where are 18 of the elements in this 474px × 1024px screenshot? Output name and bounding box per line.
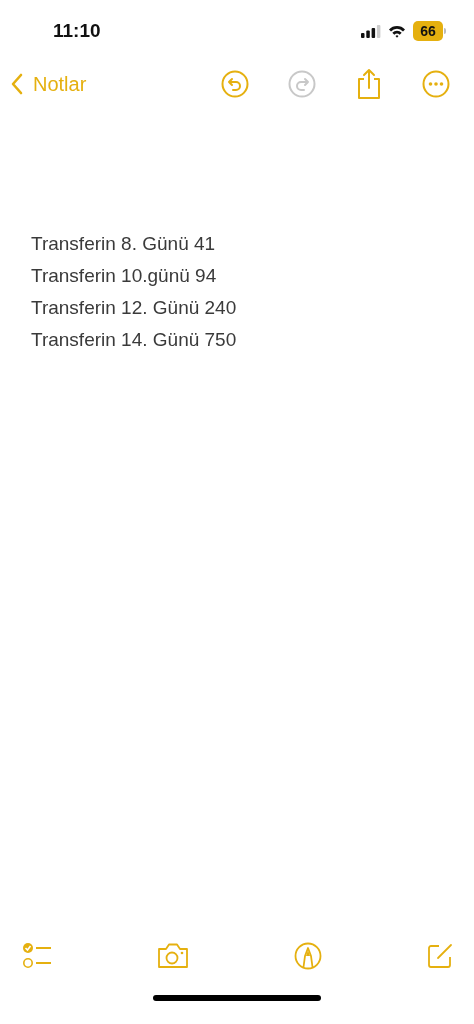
note-line: Transferin 8. Günü 41	[31, 232, 217, 256]
signal-icon	[361, 24, 381, 38]
wifi-icon	[388, 24, 406, 38]
note-line: Transferin 14. Günü 750	[31, 328, 238, 352]
undo-icon[interactable]	[220, 70, 249, 98]
compose-icon[interactable]	[426, 942, 454, 970]
note-line: Transferin 10.günü 94	[31, 264, 218, 288]
more-icon[interactable]	[422, 70, 450, 98]
pen-tip-icon[interactable]	[294, 942, 322, 970]
clock-time: 11:10	[53, 20, 101, 42]
share-icon[interactable]	[355, 68, 382, 100]
home-indicator[interactable]	[153, 995, 321, 1001]
note-line: Transferin 12. Günü 240	[31, 296, 238, 320]
camera-icon[interactable]	[156, 943, 190, 969]
back-button[interactable]: Notlar	[10, 72, 87, 96]
checklist-icon[interactable]	[22, 943, 52, 969]
chevron-left-icon[interactable]	[10, 72, 24, 96]
battery-level: 66	[413, 21, 443, 41]
